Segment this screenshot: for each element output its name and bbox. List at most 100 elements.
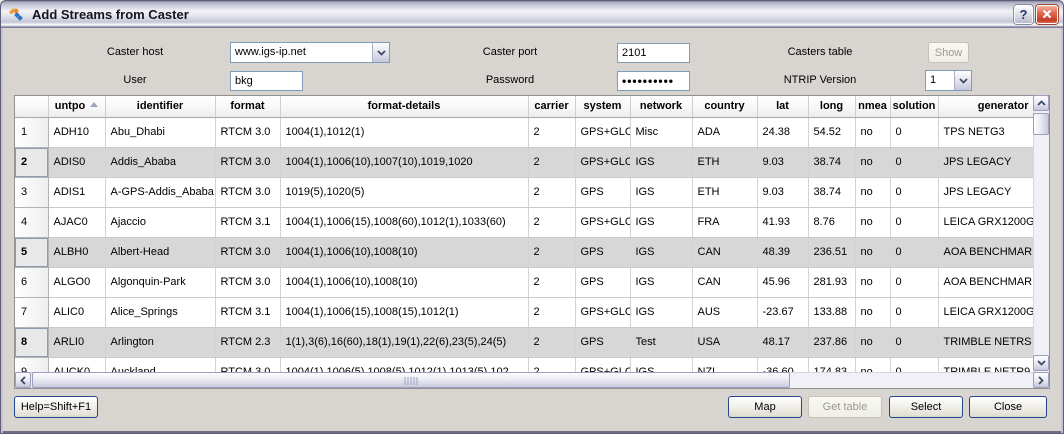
table-cell[interactable]: 1004(1),1006(5),1008(5),1012(1),1013(5),…: [280, 357, 528, 372]
table-cell[interactable]: GPS: [575, 327, 630, 357]
table-cell[interactable]: Arlington: [105, 327, 215, 357]
table-cell[interactable]: AOA BENCHMARK: [938, 237, 1033, 267]
table-cell[interactable]: 0: [890, 327, 938, 357]
table-row[interactable]: 1ADH10Abu_DhabiRTCM 3.01004(1),1012(1)2G…: [15, 117, 1033, 147]
scroll-down-button[interactable]: [1033, 355, 1049, 371]
vertical-scrollbar[interactable]: [1033, 96, 1049, 372]
table-row[interactable]: 4AJAC0AjaccioRTCM 3.11004(1),1006(15),10…: [15, 207, 1033, 237]
table-cell[interactable]: 2: [528, 297, 575, 327]
table-cell[interactable]: 2: [528, 177, 575, 207]
table-cell[interactable]: ETH: [692, 177, 757, 207]
table-cell[interactable]: no: [855, 237, 890, 267]
table-cell[interactable]: 281.93: [808, 267, 855, 297]
table-cell[interactable]: RTCM 3.1: [215, 207, 280, 237]
table-cell[interactable]: GPS: [575, 177, 630, 207]
table-cell[interactable]: JPS LEGACY: [938, 147, 1033, 177]
table-cell[interactable]: 174.83: [808, 357, 855, 372]
titlebar[interactable]: Add Streams from Caster ?: [0, 0, 1064, 28]
map-button[interactable]: Map: [728, 396, 802, 418]
table-cell[interactable]: RTCM 2.3: [215, 327, 280, 357]
help-shortcut-button[interactable]: Help=Shift+F1: [14, 396, 98, 418]
table-cell[interactable]: Misc: [630, 117, 692, 147]
table-cell[interactable]: ADIS1: [48, 177, 105, 207]
scroll-left-button[interactable]: [15, 372, 31, 388]
table-cell[interactable]: IGS: [630, 267, 692, 297]
table-cell[interactable]: TRIMBLE NETR9: [938, 357, 1033, 372]
table-cell[interactable]: 2: [528, 117, 575, 147]
table-cell[interactable]: no: [855, 207, 890, 237]
row-number[interactable]: 9: [15, 357, 48, 372]
row-number[interactable]: 6: [15, 267, 48, 297]
show-button[interactable]: Show: [928, 42, 969, 63]
table-cell[interactable]: Addis_Ababa: [105, 147, 215, 177]
table-cell[interactable]: 1004(1),1012(1): [280, 117, 528, 147]
table-cell[interactable]: AUCK0: [48, 357, 105, 372]
table-cell[interactable]: 2: [528, 237, 575, 267]
row-number[interactable]: 3: [15, 177, 48, 207]
table-cell[interactable]: 0: [890, 207, 938, 237]
table-row[interactable]: 7ALIC0Alice_SpringsRTCM 3.11004(1),1006(…: [15, 297, 1033, 327]
table-cell[interactable]: Algonquin-Park: [105, 267, 215, 297]
table-cell[interactable]: Albert-Head: [105, 237, 215, 267]
table-cell[interactable]: ETH: [692, 147, 757, 177]
table-cell[interactable]: ALBH0: [48, 237, 105, 267]
table-cell[interactable]: 1(1),3(6),16(60),18(1),19(1),22(6),23(5)…: [280, 327, 528, 357]
table-cell[interactable]: ARLI0: [48, 327, 105, 357]
table-cell[interactable]: ALGO0: [48, 267, 105, 297]
column-header-lat[interactable]: lat: [757, 96, 808, 117]
column-header-row-number[interactable]: [15, 96, 48, 117]
table-cell[interactable]: 236.51: [808, 237, 855, 267]
table-cell[interactable]: -23.67: [757, 297, 808, 327]
table-cell[interactable]: -36.60: [757, 357, 808, 372]
column-header-untpo[interactable]: untpo: [48, 96, 105, 117]
table-cell[interactable]: TRIMBLE NETRS: [938, 327, 1033, 357]
close-button[interactable]: Close: [969, 396, 1047, 418]
ntrip-version-combobox[interactable]: 1: [925, 70, 972, 91]
table-cell[interactable]: 2: [528, 207, 575, 237]
table-cell[interactable]: RTCM 3.0: [215, 117, 280, 147]
table-cell[interactable]: 1004(1),1006(10),1007(10),1019,1020: [280, 147, 528, 177]
table-cell[interactable]: 41.93: [757, 207, 808, 237]
column-header-country[interactable]: country: [692, 96, 757, 117]
table-cell[interactable]: 0: [890, 297, 938, 327]
table-row[interactable]: 8ARLI0ArlingtonRTCM 2.31(1),3(6),16(60),…: [15, 327, 1033, 357]
table-cell[interactable]: 9.03: [757, 147, 808, 177]
table-cell[interactable]: 38.74: [808, 177, 855, 207]
table-row[interactable]: 9AUCK0AucklandRTCM 3.01004(1),1006(5),10…: [15, 357, 1033, 372]
table-cell[interactable]: no: [855, 147, 890, 177]
table-cell[interactable]: CAN: [692, 267, 757, 297]
table-cell[interactable]: IGS: [630, 237, 692, 267]
table-cell[interactable]: 48.17: [757, 327, 808, 357]
column-header-solution[interactable]: solution: [890, 96, 938, 117]
table-cell[interactable]: 0: [890, 177, 938, 207]
table-cell[interactable]: GPS: [575, 267, 630, 297]
table-row[interactable]: 6ALGO0Algonquin-ParkRTCM 3.01004(1),1006…: [15, 267, 1033, 297]
table-cell[interactable]: IGS: [630, 207, 692, 237]
table-cell[interactable]: Abu_Dhabi: [105, 117, 215, 147]
table-cell[interactable]: IGS: [630, 357, 692, 372]
table-cell[interactable]: 8.76: [808, 207, 855, 237]
row-number[interactable]: 7: [15, 297, 48, 327]
table-cell[interactable]: 2: [528, 147, 575, 177]
table-cell[interactable]: NZL: [692, 357, 757, 372]
table-cell[interactable]: no: [855, 357, 890, 372]
table-cell[interactable]: 2: [528, 327, 575, 357]
table-cell[interactable]: GPS+GLO: [575, 147, 630, 177]
table-cell[interactable]: 45.96: [757, 267, 808, 297]
table-cell[interactable]: CAN: [692, 237, 757, 267]
table-cell[interactable]: 1004(1),1006(10),1008(10): [280, 237, 528, 267]
table-cell[interactable]: 0: [890, 117, 938, 147]
row-number[interactable]: 8: [15, 327, 48, 357]
column-header-nmea[interactable]: nmea: [855, 96, 890, 117]
row-number[interactable]: 2: [15, 147, 48, 177]
table-cell[interactable]: LEICA GRX1200GG: [938, 207, 1033, 237]
table-cell[interactable]: 54.52: [808, 117, 855, 147]
scroll-right-button[interactable]: [1033, 372, 1049, 388]
table-cell[interactable]: 1004(1),1006(10),1008(10): [280, 267, 528, 297]
table-cell[interactable]: GPS: [575, 237, 630, 267]
table-cell[interactable]: 38.74: [808, 147, 855, 177]
table-cell[interactable]: 1004(1),1006(15),1008(60),1012(1),1033(6…: [280, 207, 528, 237]
caster-port-input[interactable]: 2101: [617, 43, 690, 63]
table-cell[interactable]: A-GPS-Addis_Ababa: [105, 177, 215, 207]
table-cell[interactable]: 237.86: [808, 327, 855, 357]
